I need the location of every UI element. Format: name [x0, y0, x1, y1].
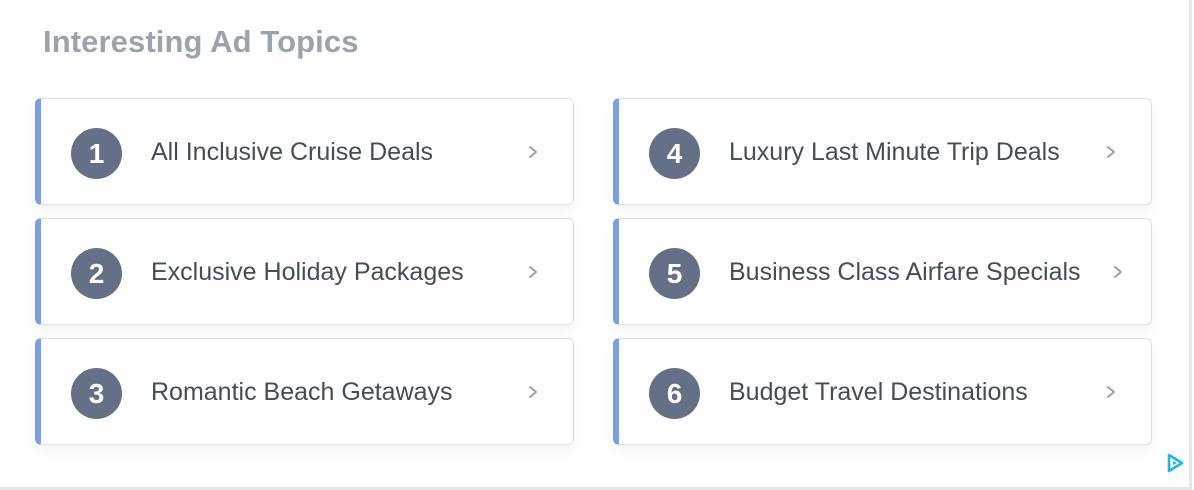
- chevron-right-icon: [529, 146, 537, 158]
- topic-number-badge: 2: [71, 248, 122, 299]
- chevron-right-icon: [529, 386, 537, 398]
- chevron-right-icon: [1107, 386, 1115, 398]
- ad-topics-widget: Interesting Ad Topics 1 All Inclusive Cr…: [0, 0, 1192, 490]
- topic-number-badge: 1: [71, 128, 122, 179]
- widget-title: Interesting Ad Topics: [43, 24, 359, 59]
- topic-label: All Inclusive Cruise Deals: [151, 138, 434, 166]
- topic-label: Budget Travel Destinations: [729, 378, 1028, 406]
- chevron-right-icon: [529, 266, 537, 278]
- adchoices-icon[interactable]: [1164, 452, 1186, 474]
- topic-card-5[interactable]: 5 Business Class Airfare Specials: [613, 218, 1152, 325]
- topic-card-1[interactable]: 1 All Inclusive Cruise Deals: [35, 98, 574, 205]
- topic-card-3[interactable]: 3 Romantic Beach Getaways: [35, 338, 574, 445]
- topic-card-6[interactable]: 6 Budget Travel Destinations: [613, 338, 1152, 445]
- chevron-right-icon: [1114, 266, 1122, 278]
- topic-card-2[interactable]: 2 Exclusive Holiday Packages: [35, 218, 574, 325]
- topic-number-badge: 5: [649, 248, 700, 299]
- topic-label: Exclusive Holiday Packages: [151, 258, 464, 286]
- topic-number-badge: 3: [71, 368, 122, 419]
- topic-number-badge: 6: [649, 368, 700, 419]
- topic-label: Business Class Airfare Specials: [729, 258, 1081, 286]
- topic-label: Luxury Last Minute Trip Deals: [729, 138, 1060, 166]
- chevron-right-icon: [1107, 146, 1115, 158]
- topic-card-4[interactable]: 4 Luxury Last Minute Trip Deals: [613, 98, 1152, 205]
- topic-number-badge: 4: [649, 128, 700, 179]
- topic-label: Romantic Beach Getaways: [151, 378, 453, 406]
